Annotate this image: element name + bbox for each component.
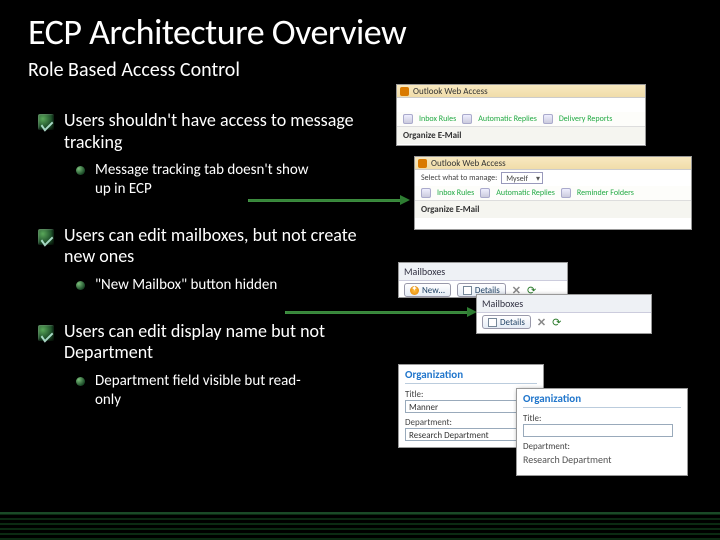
check-bullet-icon — [38, 114, 54, 130]
organize-label: Organize E-Mail — [397, 126, 645, 144]
sub-bullet-icon — [76, 377, 85, 386]
slide-subtitle: Role Based Access Control — [28, 58, 240, 82]
mailboxes-header: Mailboxes — [399, 263, 567, 281]
department-label: Department: — [523, 441, 681, 452]
mailboxes-header: Mailboxes — [477, 295, 651, 313]
thumbnail-mailboxes-after: Mailboxes Details ✕ ⟳ — [476, 294, 652, 334]
tab-icon — [480, 188, 490, 198]
point-2-sub: "New Mailbox" button hidden — [95, 276, 277, 295]
tab-icon — [403, 114, 413, 124]
title-input[interactable]: Manner — [405, 400, 525, 413]
details-icon — [463, 286, 472, 295]
new-icon — [410, 286, 419, 295]
sub-bullet-icon — [76, 281, 85, 290]
point-3: Users can edit display name but not Depa… — [38, 321, 388, 410]
thumbnail-owa-before: Outlook Web Access Inbox Rules Automatic… — [396, 84, 646, 146]
organize-label: Organize E-Mail — [415, 200, 691, 218]
slide-title: ECP Architecture Overview — [28, 10, 406, 54]
thumbnail-mailboxes-before: Mailboxes New… Details ✕ ⟳ — [398, 262, 568, 298]
delete-icon[interactable]: ✕ — [537, 318, 546, 327]
sub-bullet-icon — [76, 166, 85, 175]
organization-header: Organization — [517, 389, 687, 407]
point-2-text: Users can edit mailboxes, but not create… — [64, 225, 388, 268]
arrow-icon — [248, 199, 402, 202]
footer-decoration — [0, 512, 720, 540]
point-1-text: Users shouldn't have access to message t… — [64, 110, 388, 153]
title-label: Title: — [523, 413, 681, 424]
arrow-icon — [285, 311, 469, 314]
point-1-sub: Message tracking tab doesn't show up in … — [95, 161, 315, 199]
details-icon — [488, 318, 497, 327]
select-manage-label: Select what to manage: — [421, 173, 497, 183]
tab-icon — [421, 188, 431, 198]
details-button[interactable]: Details — [482, 315, 531, 329]
refresh-icon[interactable]: ⟳ — [552, 318, 561, 327]
new-mailbox-button[interactable]: New… — [404, 283, 451, 297]
tab-icon — [462, 114, 472, 124]
point-1: Users shouldn't have access to message t… — [38, 110, 388, 199]
outlook-logo-icon — [418, 159, 427, 168]
organization-header: Organization — [399, 365, 543, 383]
check-bullet-icon — [38, 325, 54, 341]
tab-icon — [543, 114, 553, 124]
select-manage-dropdown[interactable]: Myself — [501, 172, 543, 184]
department-readonly: Research Department — [523, 452, 681, 466]
tab-icon — [561, 188, 571, 198]
title-input[interactable] — [523, 424, 673, 437]
check-bullet-icon — [38, 229, 54, 245]
point-3-sub: Department field visible but read-only — [95, 372, 315, 410]
point-3-text: Users can edit display name but not Depa… — [64, 321, 388, 364]
outlook-logo-icon — [400, 87, 409, 96]
thumbnail-owa-after: Outlook Web Access Select what to manage… — [414, 156, 692, 230]
owa-brand: Outlook Web Access — [413, 86, 488, 97]
bullet-content: Users shouldn't have access to message t… — [38, 110, 388, 435]
thumbnail-organization-readonly: Organization Title: Department: Research… — [516, 388, 688, 476]
owa-brand: Outlook Web Access — [431, 158, 506, 169]
point-2: Users can edit mailboxes, but not create… — [38, 225, 388, 295]
department-input[interactable]: Research Department — [405, 428, 525, 441]
slide: ECP Architecture Overview Role Based Acc… — [0, 0, 720, 540]
